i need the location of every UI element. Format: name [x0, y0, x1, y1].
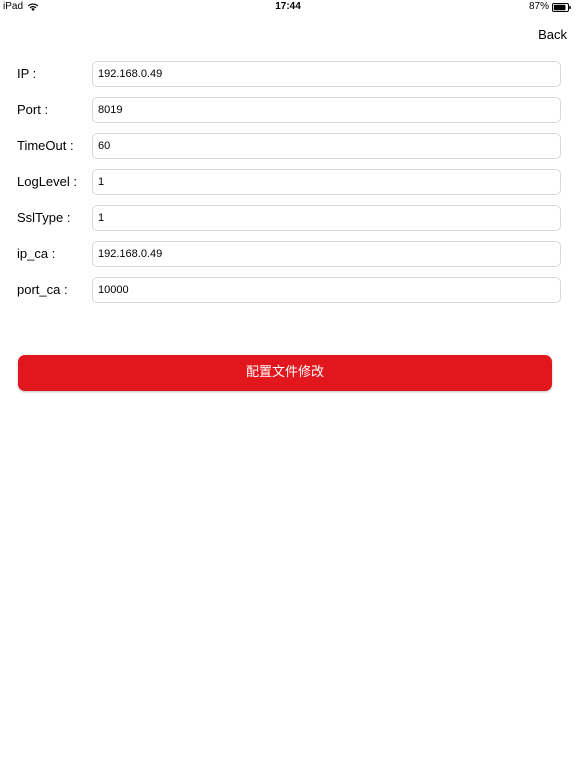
form-row-loglevel: LogLevel : [0, 169, 576, 195]
ssltype-input[interactable] [92, 205, 561, 231]
form-row-ip: IP : [0, 61, 576, 87]
ssltype-label: SslType : [17, 210, 71, 225]
status-time: 17:44 [275, 1, 301, 12]
timeout-label: TimeOut : [17, 138, 74, 153]
port-input[interactable] [92, 97, 561, 123]
form-row-ip-ca: ip_ca : [0, 241, 576, 267]
form-row-port-ca: port_ca : [0, 277, 576, 303]
back-button[interactable]: Back [538, 27, 567, 43]
port-ca-label: port_ca : [17, 282, 68, 297]
modify-config-button[interactable]: 配置文件修改 [18, 355, 552, 391]
status-bar: iPad 17:44 87% [0, 0, 576, 14]
form-row-ssltype: SslType : [0, 205, 576, 231]
ip-ca-label: ip_ca : [17, 246, 56, 261]
ip-ca-input[interactable] [92, 241, 561, 267]
form-row-port: Port : [0, 97, 576, 123]
ip-label: IP : [17, 66, 37, 81]
battery-percentage: 87% [528, 1, 549, 12]
ip-input[interactable] [92, 61, 561, 87]
port-label: Port : [17, 102, 49, 117]
status-right: 87% [529, 0, 572, 14]
timeout-input[interactable] [92, 133, 561, 159]
port-ca-input[interactable] [92, 277, 561, 303]
form-row-timeout: TimeOut : [0, 133, 576, 159]
loglevel-input[interactable] [92, 169, 561, 195]
loglevel-label: LogLevel : [17, 174, 77, 189]
battery-icon [552, 2, 572, 12]
